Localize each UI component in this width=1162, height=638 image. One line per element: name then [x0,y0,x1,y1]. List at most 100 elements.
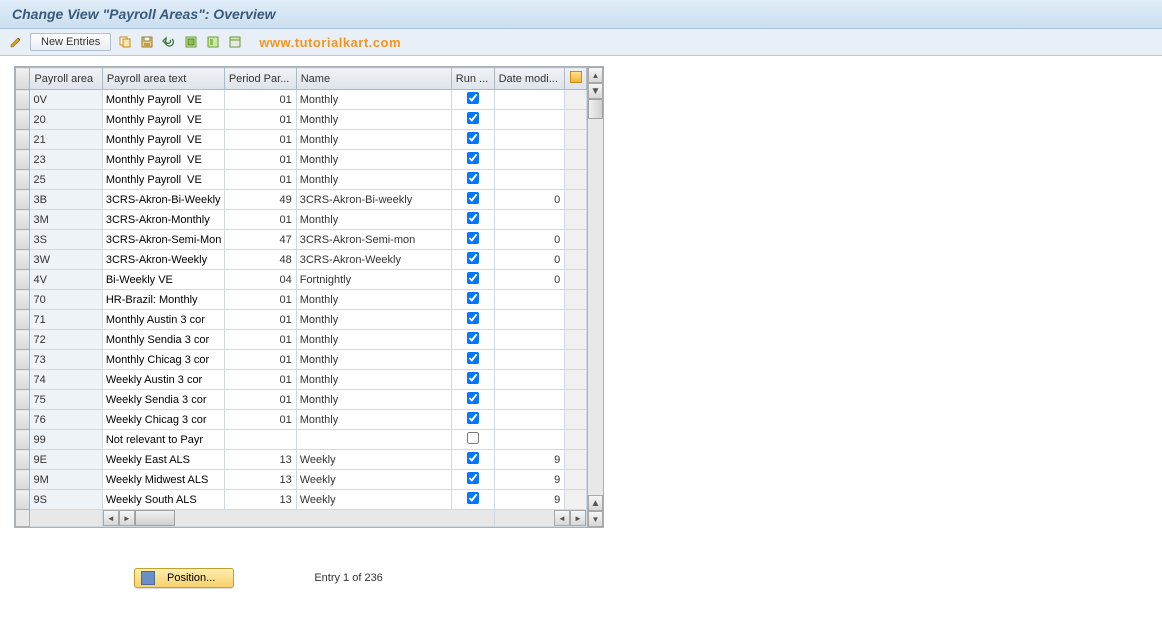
payroll-area-text-input[interactable] [106,254,221,266]
hscroll-left-button[interactable]: ◄ [103,510,119,526]
cell-payroll-area-text[interactable] [102,270,224,290]
cell-payroll-area-text[interactable] [102,250,224,270]
cell-payroll-area-text[interactable] [102,370,224,390]
run-checkbox[interactable] [467,312,479,324]
cell-run[interactable] [451,110,494,130]
payroll-area-text-input[interactable] [106,234,221,246]
cell-date-modi[interactable] [494,410,565,430]
run-checkbox[interactable] [467,452,479,464]
table-settings-icon[interactable] [570,71,582,83]
payroll-area-text-input[interactable] [106,394,221,406]
run-checkbox[interactable] [467,132,479,144]
cell-payroll-area-text[interactable] [102,390,224,410]
cell-payroll-area-text[interactable] [102,450,224,470]
cell-run[interactable] [451,150,494,170]
cell-period-par[interactable] [224,430,296,450]
cell-run[interactable] [451,90,494,110]
payroll-area-text-input[interactable] [106,334,221,346]
payroll-area-text-input[interactable] [106,174,221,186]
row-selector[interactable] [16,270,30,290]
cell-period-par[interactable]: 01 [224,410,296,430]
run-checkbox[interactable] [467,292,479,304]
run-checkbox[interactable] [467,492,479,504]
payroll-area-text-input[interactable] [106,274,221,286]
payroll-area-text-input[interactable] [106,474,221,486]
cell-payroll-area-text[interactable] [102,350,224,370]
position-button[interactable]: Position... [134,568,234,588]
cell-date-modi[interactable] [494,390,565,410]
cell-run[interactable] [451,430,494,450]
payroll-area-text-input[interactable] [106,134,221,146]
run-checkbox[interactable] [467,212,479,224]
cell-payroll-area-text[interactable] [102,210,224,230]
cell-payroll-area-text[interactable] [102,430,224,450]
vscroll-up-button[interactable]: ▲ [588,67,603,83]
cell-payroll-area-text[interactable] [102,330,224,350]
cell-period-par[interactable]: 01 [224,150,296,170]
vscroll-page-up-button[interactable]: ▼ [588,83,603,99]
payroll-area-text-input[interactable] [106,214,221,226]
run-checkbox[interactable] [467,332,479,344]
select-block-icon[interactable] [205,34,221,50]
cell-payroll-area-text[interactable] [102,310,224,330]
cell-run[interactable] [451,130,494,150]
run-checkbox[interactable] [467,152,479,164]
row-selector[interactable] [16,330,30,350]
cell-run[interactable] [451,230,494,250]
row-selector[interactable] [16,130,30,150]
row-selector[interactable] [16,370,30,390]
cell-date-modi[interactable] [494,330,565,350]
cell-period-par[interactable]: 01 [224,290,296,310]
header-period-par[interactable]: Period Par... [224,68,296,90]
cell-period-par[interactable]: 13 [224,470,296,490]
cell-run[interactable] [451,490,494,510]
cell-date-modi[interactable] [494,150,565,170]
cell-payroll-area-text[interactable] [102,110,224,130]
cell-period-par[interactable]: 04 [224,270,296,290]
cell-payroll-area-text[interactable] [102,150,224,170]
cell-payroll-area-text[interactable] [102,410,224,430]
cell-payroll-area-text[interactable] [102,130,224,150]
run-checkbox[interactable] [467,112,479,124]
hscroll-left-button2[interactable]: ◄ [554,510,570,526]
new-entries-button[interactable]: New Entries [30,33,111,51]
run-checkbox[interactable] [467,392,479,404]
cell-run[interactable] [451,250,494,270]
row-selector[interactable] [16,170,30,190]
row-selector[interactable] [16,190,30,210]
cell-run[interactable] [451,170,494,190]
row-selector[interactable] [16,490,30,510]
cell-run[interactable] [451,450,494,470]
hscroll-right-button2[interactable]: ► [570,510,586,526]
row-selector[interactable] [16,350,30,370]
row-selector[interactable] [16,230,30,250]
header-payroll-area-text[interactable]: Payroll area text [102,68,224,90]
cell-payroll-area-text[interactable] [102,90,224,110]
cell-date-modi[interactable] [494,310,565,330]
cell-payroll-area-text[interactable] [102,290,224,310]
cell-period-par[interactable]: 01 [224,310,296,330]
cell-date-modi[interactable] [494,110,565,130]
select-all-icon[interactable] [183,34,199,50]
cell-run[interactable] [451,410,494,430]
cell-date-modi[interactable] [494,130,565,150]
cell-run[interactable] [451,210,494,230]
payroll-area-text-input[interactable] [106,494,221,506]
run-checkbox[interactable] [467,232,479,244]
cell-payroll-area-text[interactable] [102,230,224,250]
payroll-area-text-input[interactable] [106,154,221,166]
payroll-area-text-input[interactable] [106,114,221,126]
change-icon[interactable] [8,34,24,50]
cell-date-modi[interactable] [494,170,565,190]
cell-period-par[interactable]: 01 [224,110,296,130]
cell-period-par[interactable]: 13 [224,490,296,510]
cell-date-modi[interactable]: 9 [494,450,565,470]
undo-icon[interactable] [161,34,177,50]
cell-run[interactable] [451,190,494,210]
row-selector[interactable] [16,430,30,450]
header-configure[interactable] [565,68,587,90]
row-selector[interactable] [16,390,30,410]
cell-date-modi[interactable] [494,370,565,390]
payroll-area-text-input[interactable] [106,94,221,106]
run-checkbox[interactable] [467,192,479,204]
